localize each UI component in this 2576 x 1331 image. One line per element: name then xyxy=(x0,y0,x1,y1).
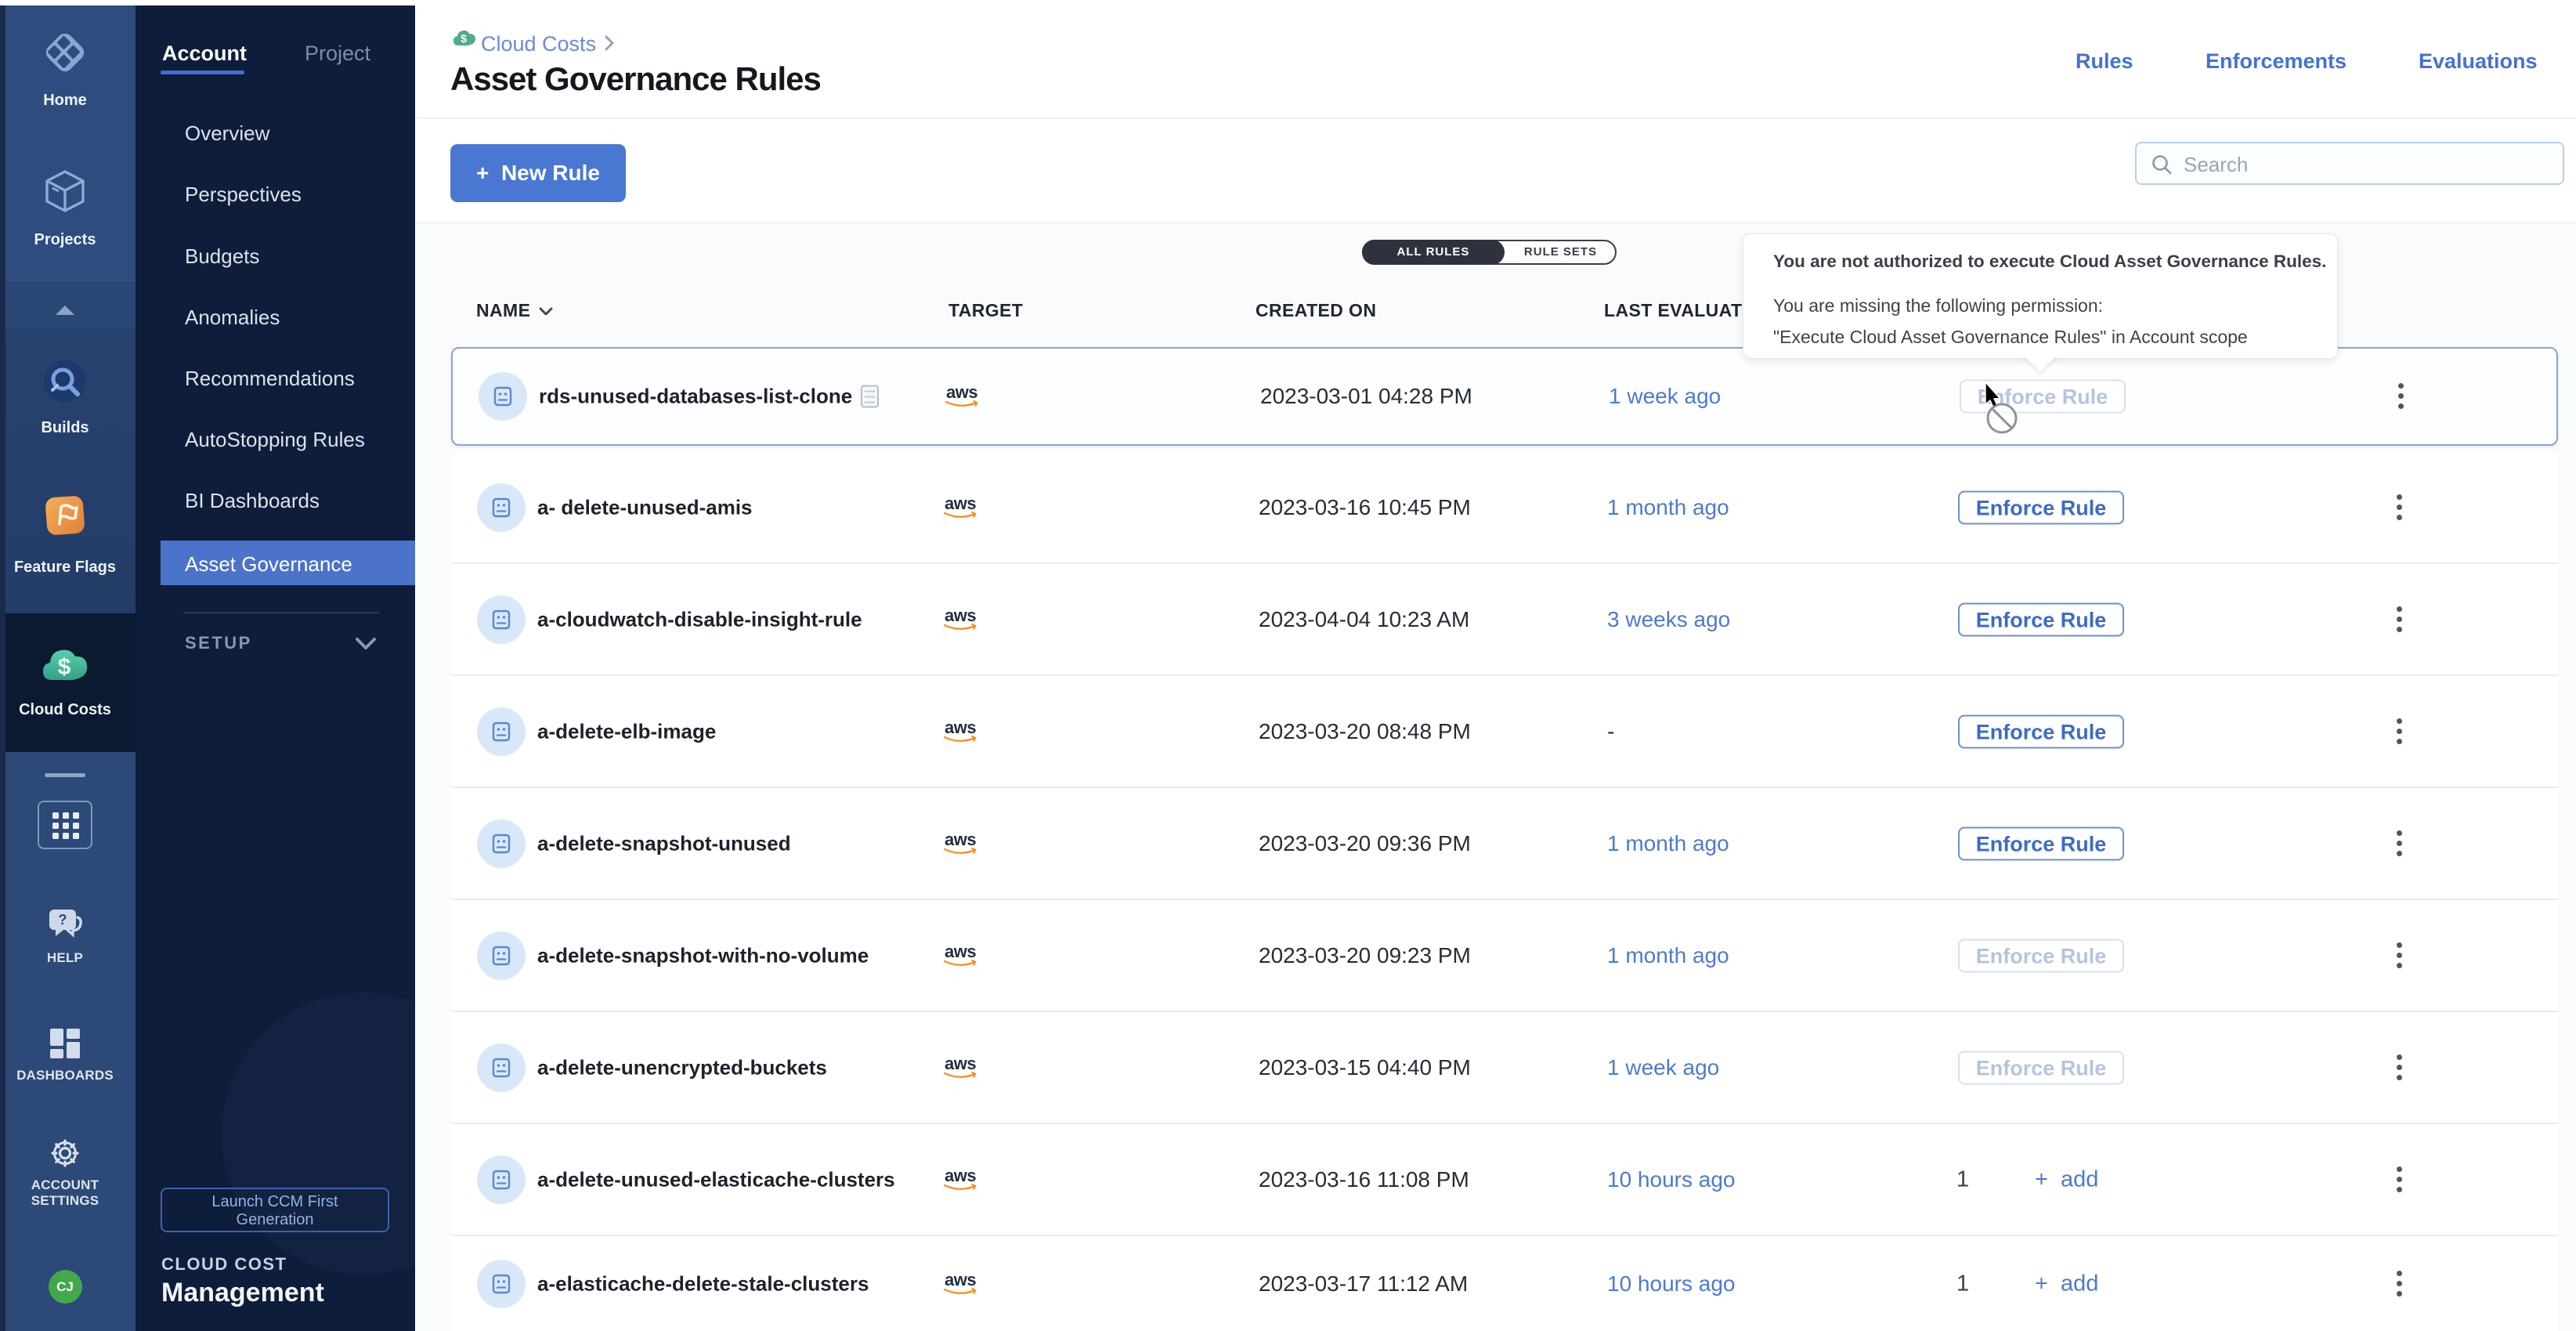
svg-text:$: $ xyxy=(58,654,71,680)
svg-text:$: $ xyxy=(461,32,467,45)
svg-text:?: ? xyxy=(59,912,67,928)
